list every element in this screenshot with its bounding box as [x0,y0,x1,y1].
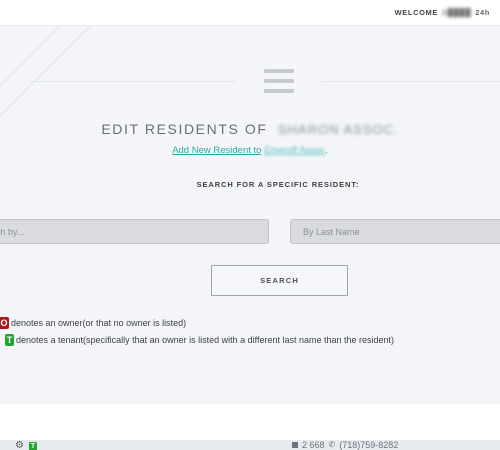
building-icon [292,442,298,448]
legend-owner: O denotes an owner(or that no owner is l… [0,316,186,329]
last-name-input[interactable]: By Last Name [290,219,500,244]
bottom-icons: ⚙ T [15,441,37,450]
welcome-time: 24h [475,8,490,17]
search-input[interactable]: rch by... [0,219,269,244]
owner-legend-text: denotes an owner(or that no owner is lis… [11,317,187,328]
add-link-association[interactable]: Emeroff Assoc [264,145,325,156]
top-bar: WELCOME S████ 24h [0,0,500,26]
page-title-text: EDIT RESIDENTS OF [101,121,268,137]
search-input-placeholder: rch by... [0,226,25,237]
tenant-badge: T [5,333,14,346]
page-title: EDIT RESIDENTS OF SHARON ASSOC. [0,121,500,139]
gear-icon[interactable]: ⚙ [15,441,24,450]
divider-right [322,81,500,82]
footer-unit-text: 2 668 [302,440,325,450]
welcome-label: WELCOME [394,8,438,17]
phone-icon: ✆ [328,440,336,449]
footer-contact: 2 668 ✆ (718)759-8282 [292,440,398,450]
tenant-mini-badge: T [28,441,37,450]
association-name: SHARON ASSOC. [278,122,399,137]
legend-tenant: T denotes a tenant(specifically that an … [0,333,394,346]
owner-badge: O [0,316,9,329]
search-heading: SEARCH FOR A SPECIFIC RESIDENT: [196,180,360,189]
welcome-message: WELCOME S████ 24h [395,8,490,17]
divider-left [30,81,235,82]
last-name-input-placeholder: By Last Name [303,226,360,237]
add-resident-link-row: Add New Resident to Emeroff Assoc. [0,145,500,156]
add-link-suffix: . [325,145,328,156]
add-new-resident-link[interactable]: Add New Resident to [172,145,261,156]
hamburger-menu-icon[interactable] [264,69,294,93]
tenant-legend-text: denotes a tenant(specifically that an ow… [16,334,395,345]
bottom-bar: ⚙ T 2 668 ✆ (718)759-8282 [0,440,500,450]
main-panel: EDIT RESIDENTS OF SHARON ASSOC. Add New … [0,26,500,404]
footer-phone-text: (718)759-8282 [339,440,399,450]
search-button[interactable]: SEARCH [211,265,348,296]
page: WELCOME S████ 24h EDIT RESIDENTS OF SHAR… [0,0,500,450]
welcome-username: S████ [442,8,472,17]
